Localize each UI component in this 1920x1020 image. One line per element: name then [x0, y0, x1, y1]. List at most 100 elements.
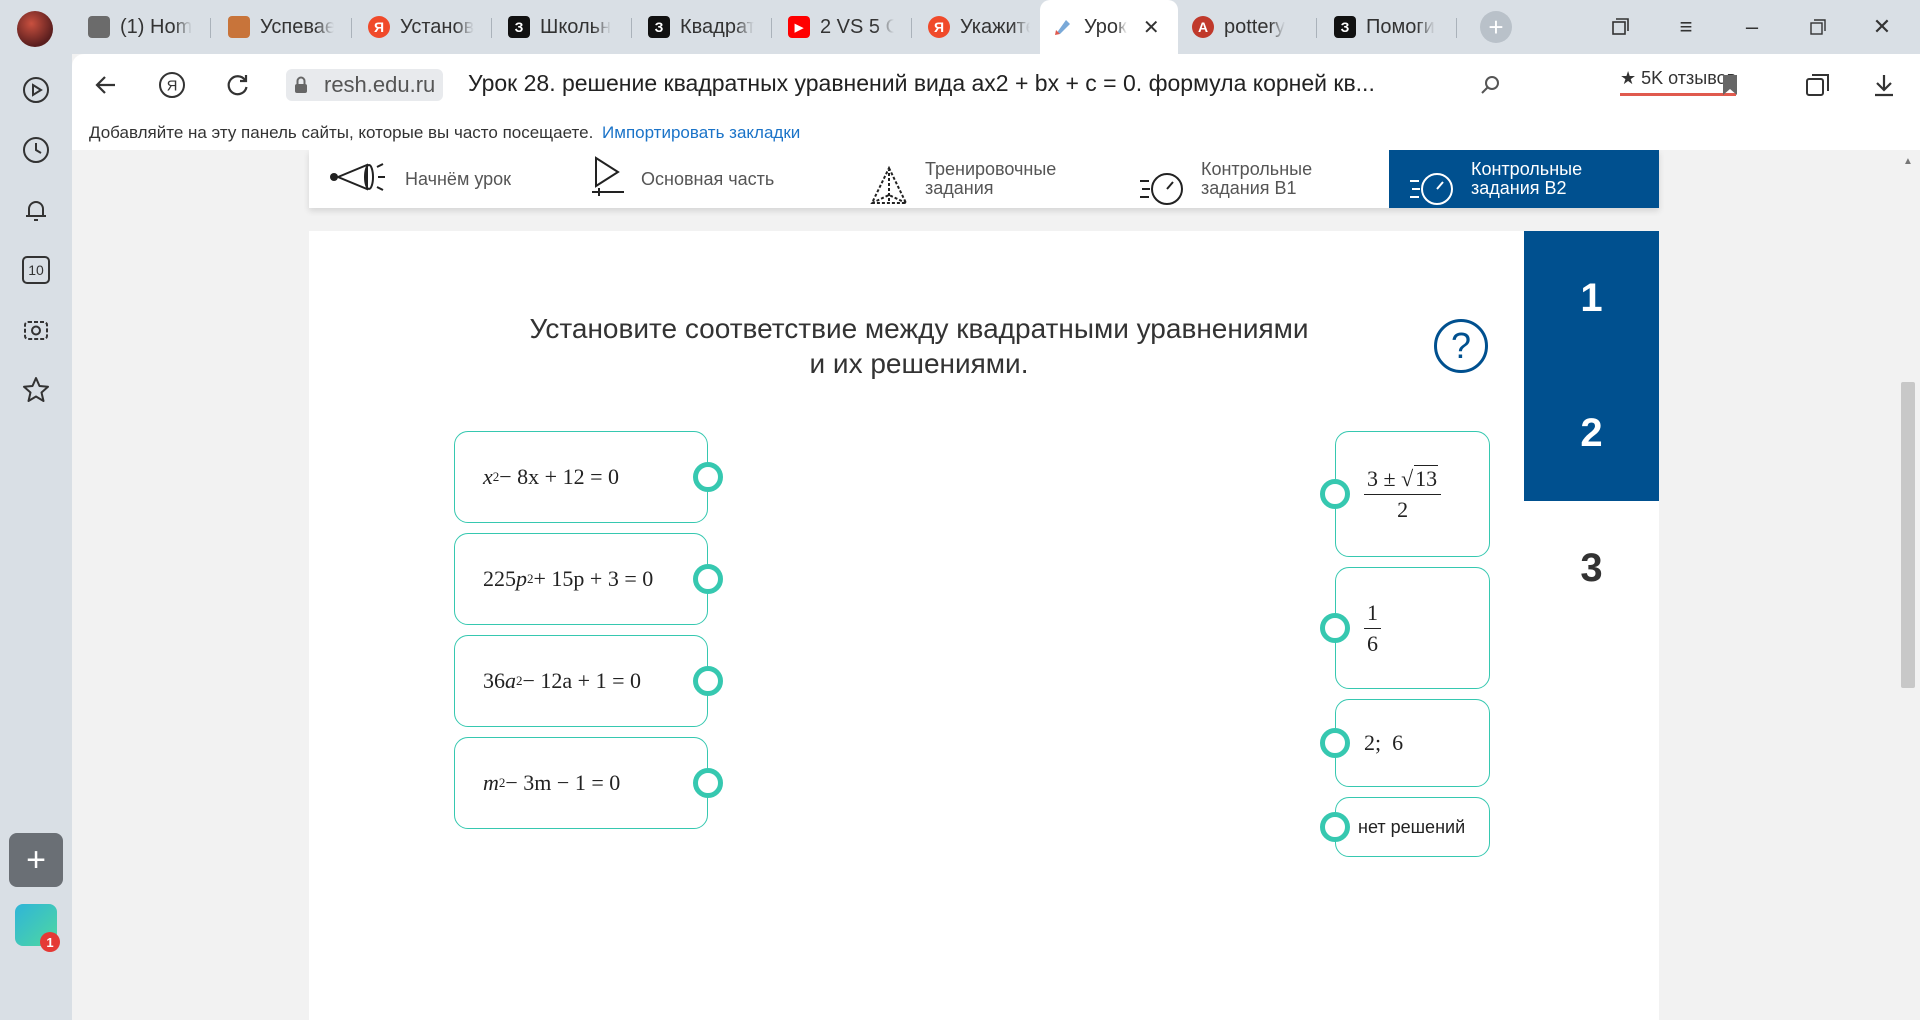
- answer-card[interactable]: 1 6: [1335, 567, 1490, 689]
- bell-icon[interactable]: [18, 192, 54, 228]
- nav-label: Начнём урок: [405, 168, 512, 189]
- answer-connector[interactable]: [1320, 812, 1350, 842]
- tab-title: Квадрат: [680, 15, 754, 38]
- tab-3[interactable]: Я Установ: [356, 7, 486, 47]
- tab-6[interactable]: ▶ 2 VS 5 C: [776, 7, 906, 47]
- answer-card[interactable]: нет решений: [1335, 797, 1490, 857]
- answer-connector[interactable]: [1320, 613, 1350, 643]
- bookmarks-hint: Добавляйте на эту панель сайты, которые …: [89, 123, 594, 142]
- nav-start-lesson[interactable]: Начнём урок: [329, 150, 559, 208]
- equation-card[interactable]: m2 − 3m − 1 = 0: [454, 737, 708, 829]
- history-icon[interactable]: [18, 132, 54, 168]
- svg-text:Я: Я: [167, 78, 178, 95]
- menu-icon[interactable]: ≡: [1666, 10, 1706, 44]
- tab-4[interactable]: З Школьн: [496, 7, 626, 47]
- scrollbar-thumb[interactable]: [1901, 382, 1915, 688]
- znanija-icon: З: [1334, 16, 1356, 38]
- close-icon[interactable]: ✕: [1143, 15, 1160, 40]
- step-1[interactable]: 1: [1524, 231, 1659, 366]
- search-page-icon[interactable]: [1472, 67, 1508, 103]
- answer-connector[interactable]: [1320, 728, 1350, 758]
- tab-9[interactable]: A pottery: [1180, 7, 1310, 47]
- bookmark-icon[interactable]: [1712, 67, 1748, 103]
- equation-card[interactable]: 36 a 2 − 12a + 1 = 0: [454, 635, 708, 727]
- screenshot-icon[interactable]: [18, 312, 54, 348]
- page-scrollbar[interactable]: ▲: [1896, 150, 1920, 1020]
- page-viewport: Начнём урок Основная часть Тренировочные…: [72, 150, 1896, 1020]
- star-icon[interactable]: [18, 372, 54, 408]
- tab-10[interactable]: З Помоги: [1322, 7, 1452, 47]
- answer-card[interactable]: 2; 6: [1335, 699, 1490, 787]
- tab-7[interactable]: Я Укажите: [916, 7, 1042, 47]
- answer-card[interactable]: 3 ± √13 2: [1335, 431, 1490, 557]
- yandex-icon: Я: [928, 16, 950, 38]
- equation-connector[interactable]: [693, 666, 723, 696]
- tab-1[interactable]: (1) Hom: [76, 7, 206, 47]
- minimize-icon[interactable]: –: [1732, 10, 1772, 44]
- coefficient: 36: [483, 668, 505, 693]
- reload-icon[interactable]: [220, 67, 256, 103]
- profile-avatar[interactable]: [17, 11, 53, 47]
- nav-main-part[interactable]: Основная часть: [591, 150, 821, 208]
- znanija-icon: З: [508, 16, 530, 38]
- answer-text: 2; 6: [1364, 730, 1404, 755]
- step-2[interactable]: 2: [1524, 366, 1659, 501]
- numerator: 3 ± √13: [1364, 464, 1442, 495]
- restore-icon[interactable]: [1798, 10, 1838, 44]
- stopwatch-icon: [1139, 150, 1185, 213]
- variable: a: [505, 668, 516, 693]
- tab-title: Установ: [400, 15, 474, 38]
- equation-rest: + 15p + 3 = 0: [533, 566, 654, 591]
- counter-badge: 10: [22, 256, 50, 284]
- translate-icon: A: [1192, 16, 1214, 38]
- counter-icon[interactable]: 10: [18, 252, 54, 288]
- variable: m: [483, 770, 499, 795]
- book-icon: [228, 16, 250, 38]
- equation-connector[interactable]: [693, 564, 723, 594]
- nav-control-b1[interactable]: Контрольные задания В1: [1139, 150, 1369, 208]
- import-bookmarks-link[interactable]: Импортировать закладки: [602, 123, 800, 142]
- tab-title: Помоги: [1366, 15, 1435, 38]
- question-line: и их решениями.: [809, 348, 1029, 379]
- lock-icon[interactable]: [286, 69, 316, 101]
- play-circle-icon[interactable]: [18, 72, 54, 108]
- tab-title: (1) Hom: [120, 15, 193, 38]
- znanija-icon: З: [648, 16, 670, 38]
- tab-2[interactable]: Успевае: [216, 7, 346, 47]
- page-title[interactable]: Урок 28. решение квадратных уравнений ви…: [468, 70, 1375, 97]
- back-arrow-icon[interactable]: [88, 67, 124, 103]
- question-line: Установите соответствие между квадратным…: [529, 313, 1309, 344]
- equation-rest: − 3m − 1 = 0: [505, 770, 621, 795]
- equation-connector[interactable]: [693, 768, 723, 798]
- equation-card[interactable]: x2 − 8x + 12 = 0: [454, 431, 708, 523]
- collections-icon[interactable]: [1800, 67, 1836, 103]
- download-icon[interactable]: [1866, 67, 1902, 103]
- numerator-prefix: 3 ±: [1367, 465, 1396, 491]
- url-domain[interactable]: resh.edu.ru: [316, 69, 444, 101]
- answer-connector[interactable]: [1320, 479, 1350, 509]
- tab-5[interactable]: З Квадрат: [636, 7, 766, 47]
- resh-icon: [1052, 16, 1074, 38]
- help-button[interactable]: ?: [1434, 319, 1488, 373]
- messenger-badge: 1: [40, 932, 60, 952]
- nav-training-tasks[interactable]: Тренировочные задания: [869, 150, 1099, 208]
- bookmarks-bar: Добавляйте на эту панель сайты, которые …: [72, 116, 1920, 150]
- tabs-menu-icon[interactable]: [1600, 10, 1640, 44]
- task-question: Установите соответствие между квадратным…: [499, 311, 1339, 381]
- nav-label: Тренировочные задания: [925, 159, 1057, 198]
- pyramid-icon: [869, 150, 909, 213]
- tab-active-lesson[interactable]: Урок ✕: [1040, 0, 1178, 54]
- nav-label: Контрольные задания В1: [1201, 159, 1313, 198]
- add-panel-button[interactable]: +: [9, 833, 63, 887]
- task-steps: 1 2 3: [1524, 231, 1659, 636]
- nav-control-b2[interactable]: Контрольные задания В2: [1389, 150, 1659, 208]
- scroll-up-icon[interactable]: ▲: [1903, 156, 1913, 167]
- close-window-icon[interactable]: ✕: [1862, 10, 1902, 44]
- fraction: 3 ± √13 2: [1364, 464, 1442, 523]
- variable: x: [483, 464, 493, 489]
- new-tab-button[interactable]: +: [1480, 11, 1512, 43]
- equation-card[interactable]: 225 p 2 + 15p + 3 = 0: [454, 533, 708, 625]
- equation-connector[interactable]: [693, 462, 723, 492]
- yandex-logo-icon[interactable]: Я: [154, 67, 190, 103]
- step-3[interactable]: 3: [1524, 501, 1659, 636]
